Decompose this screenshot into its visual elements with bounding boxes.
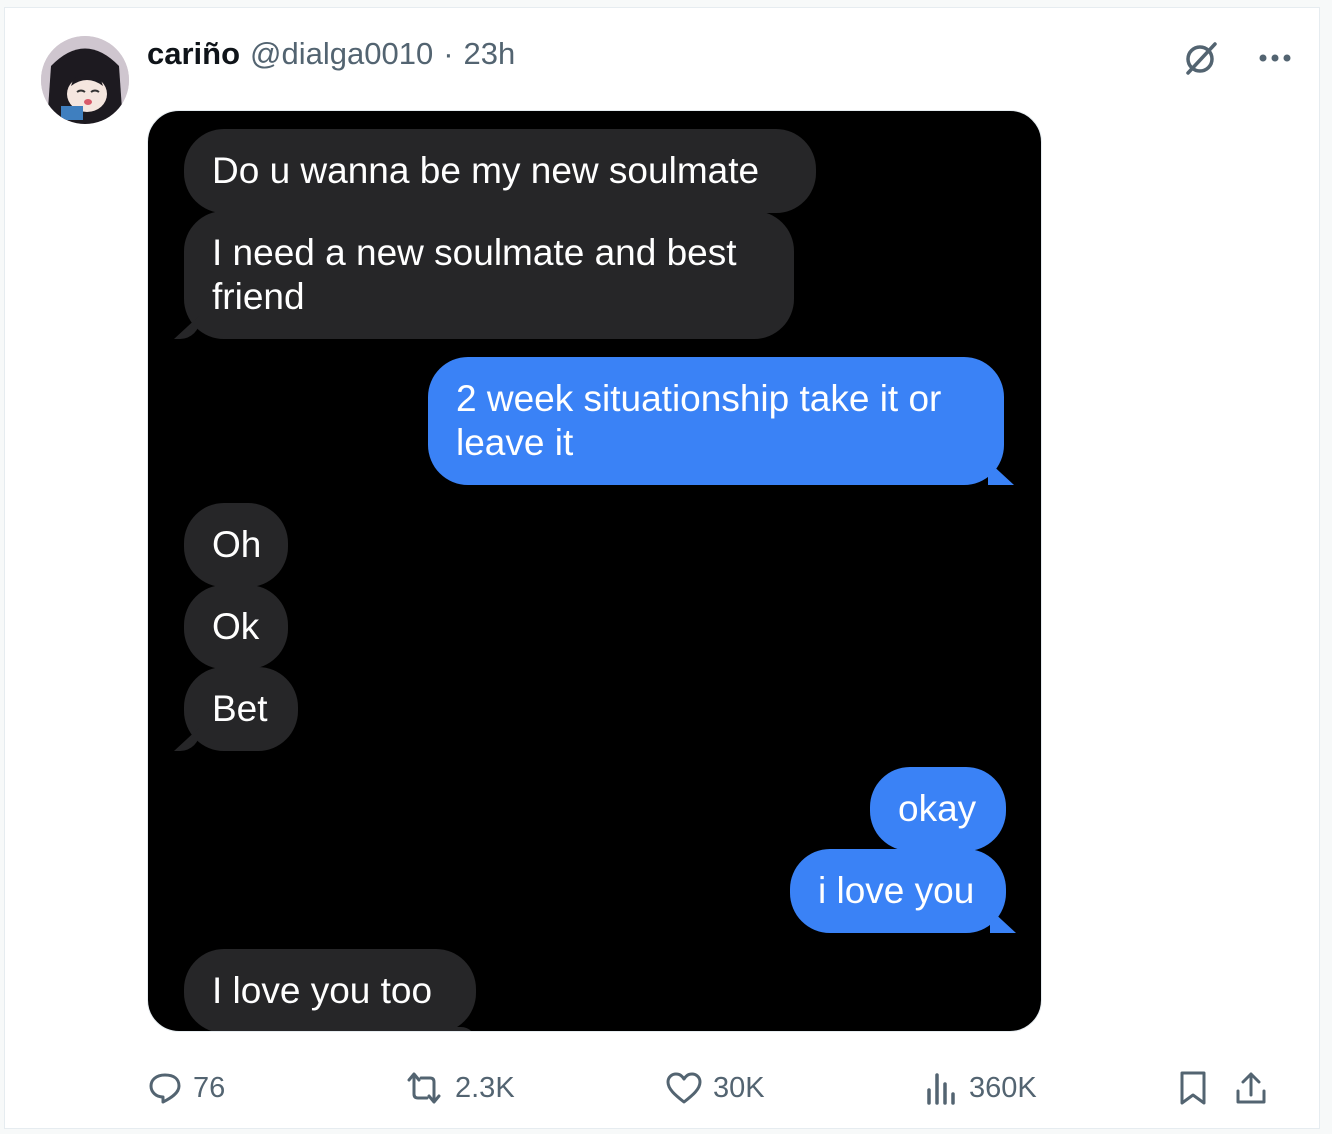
message-bubble-received: Bet xyxy=(184,667,298,751)
post-header-actions xyxy=(1181,38,1295,78)
message-text: Oh xyxy=(212,524,262,565)
repost-count: 2.3K xyxy=(455,1071,515,1104)
message-text: I need a new soulmate and best friend xyxy=(212,232,737,317)
like-icon xyxy=(666,1072,702,1104)
views-button[interactable]: 360K xyxy=(925,1070,1037,1106)
share-button[interactable] xyxy=(1233,1069,1269,1107)
post-card[interactable]: cariño @dialga0010 · 23h Do u wanna be m… xyxy=(4,7,1320,1129)
views-count: 360K xyxy=(969,1071,1037,1104)
message-bubble-sent: 2 week situationship take it or leave it xyxy=(428,357,1004,485)
message-bubble-sent: i love you xyxy=(790,849,1006,933)
user-handle[interactable]: @dialga0010 xyxy=(250,36,433,72)
message-text: 2 week situationship take it or leave it xyxy=(456,378,942,463)
message-bubble-received: Do u wanna be my new soulmate xyxy=(184,129,816,213)
views-icon xyxy=(927,1073,955,1105)
message-bubble-partial xyxy=(206,1027,476,1031)
avatar-image xyxy=(41,36,129,124)
message-bubble-received: I love you too xyxy=(184,949,476,1031)
post-actions-bar: 76 2.3K 30K 360K xyxy=(147,1058,1299,1118)
reply-count: 76 xyxy=(193,1071,226,1104)
message-text: i love you xyxy=(818,870,975,911)
message-text: I love you too xyxy=(212,970,433,1011)
post-header: cariño @dialga0010 · 23h xyxy=(147,34,515,74)
repost-button[interactable]: 2.3K xyxy=(403,1070,515,1106)
message-text: okay xyxy=(898,788,977,829)
more-icon[interactable] xyxy=(1255,38,1295,78)
avatar[interactable] xyxy=(41,36,129,124)
message-text: Ok xyxy=(212,606,260,647)
post-media-image[interactable]: Do u wanna be my new soulmate I need a n… xyxy=(147,110,1042,1032)
reply-button[interactable]: 76 xyxy=(147,1070,225,1106)
message-bubble-sent: okay xyxy=(870,767,1006,851)
message-bubble-received: Ok xyxy=(184,585,288,669)
repost-icon xyxy=(407,1072,441,1104)
message-bubble-received: Oh xyxy=(184,503,288,587)
message-text: Do u wanna be my new soulmate xyxy=(212,150,760,191)
like-button[interactable]: 30K xyxy=(665,1071,765,1105)
display-name[interactable]: cariño xyxy=(147,36,240,72)
share-icon xyxy=(1236,1072,1266,1104)
separator-dot: · xyxy=(443,36,454,71)
like-count: 30K xyxy=(713,1071,765,1104)
bookmark-button[interactable] xyxy=(1177,1069,1209,1107)
message-bubble-received: I need a new soulmate and best friend xyxy=(184,211,794,339)
grok-icon[interactable] xyxy=(1181,38,1221,78)
message-text: Bet xyxy=(212,688,268,729)
post-timestamp[interactable]: 23h xyxy=(464,36,516,72)
reply-icon xyxy=(149,1073,181,1104)
bookmark-icon xyxy=(1180,1071,1206,1105)
